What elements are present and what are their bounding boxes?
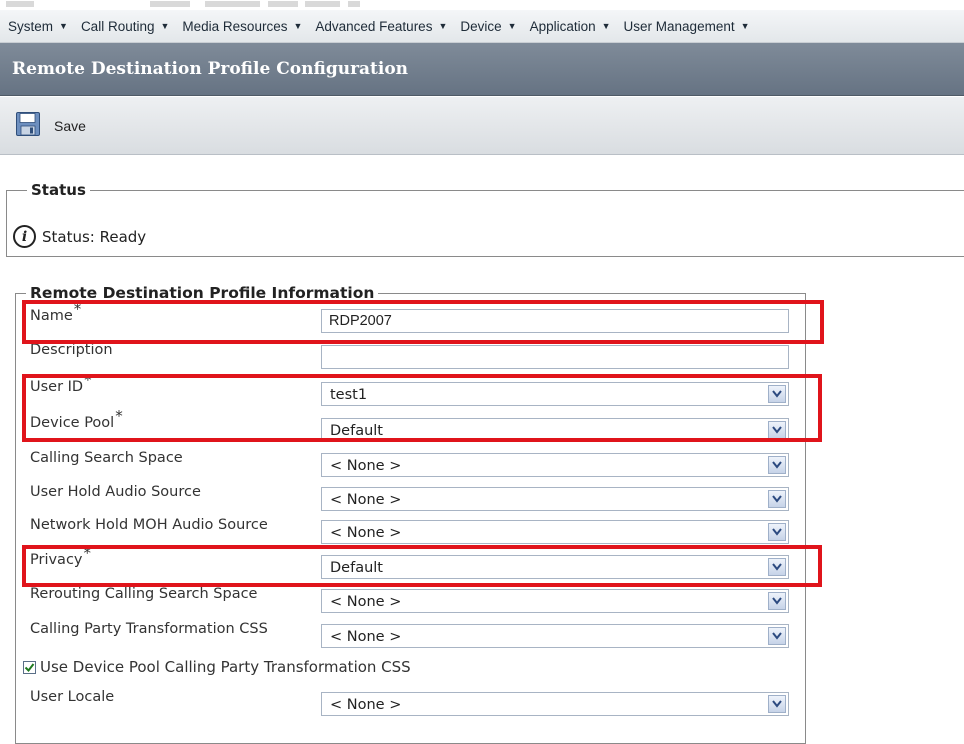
select-value: < None > [330,697,402,713]
row-calling-search-space: Calling Search Space < None > [15,449,806,483]
status-text: Status: Ready [42,227,147,246]
row-rerouting-calling-search-space: Rerouting Calling Search Space < None > [15,585,806,619]
use-device-pool-cpt-css-row: Use Device Pool Calling Party Transforma… [23,658,411,676]
select-value: < None > [330,492,402,508]
select-value: < None > [330,525,402,541]
menu-bar: System ▼ Call Routing ▼ Media Resources ▼ A… [0,10,964,43]
dropdown-caret-icon: ▼ [59,21,68,31]
network-hold-moh-audio-source-select[interactable]: < None > [321,520,789,544]
network-hold-moh-audio-source-label: Network Hold MOH Audio Source [30,517,268,533]
description-field[interactable] [321,345,789,369]
chevron-down-icon [768,456,786,474]
select-value: < None > [330,458,402,474]
menu-advanced-features[interactable]: Advanced Features ▼ [309,19,454,34]
menu-call-routing[interactable]: Call Routing ▼ [75,19,176,34]
row-user-hold-audio-source: User Hold Audio Source < None > [15,483,806,517]
dropdown-caret-icon: ▼ [601,21,611,31]
rerouting-calling-search-space-label: Rerouting Calling Search Space [30,586,258,602]
chevron-down-icon [768,523,786,541]
row-calling-party-transformation-css: Calling Party Transformation CSS < None … [15,620,806,654]
chevron-down-icon [768,627,786,645]
chevron-down-icon [768,695,786,713]
highlight-box-privacy [22,545,822,587]
calling-search-space-label: Calling Search Space [30,450,183,466]
menu-system[interactable]: System ▼ [0,19,75,34]
calling-party-transformation-css-select[interactable]: < None > [321,624,789,648]
user-locale-label: User Locale [30,689,115,705]
checkmark-icon [24,662,35,672]
toolbar: Save [0,97,964,155]
menu-label: User Management [623,18,735,34]
save-button[interactable]: Save [16,111,86,140]
page-title: Remote Destination Profile Configuration [12,59,409,79]
row-user-locale: User Locale < None > [15,688,806,722]
dropdown-caret-icon: ▼ [507,21,517,31]
menu-label: Device [460,18,502,34]
menu-label: Media Resources [182,18,288,34]
use-device-pool-cpt-css-label: Use Device Pool Calling Party Transforma… [40,658,411,676]
user-hold-audio-source-select[interactable]: < None > [321,487,789,511]
use-device-pool-cpt-css-checkbox[interactable] [23,660,36,674]
select-value: < None > [330,594,402,610]
rerouting-calling-search-space-select[interactable]: < None > [321,589,789,613]
status-row: i Status: Ready [13,225,146,248]
dropdown-caret-icon: ▼ [438,21,448,31]
calling-party-transformation-css-label: Calling Party Transformation CSS [30,621,268,637]
info-icon: i [13,225,36,248]
chevron-down-icon [768,592,786,610]
row-description: Description [15,341,806,375]
menu-label: Application [529,18,596,34]
page-title-bar: Remote Destination Profile Configuration [0,43,964,96]
dropdown-caret-icon: ▼ [160,21,170,31]
highlight-box-name [22,300,824,344]
chevron-down-icon [768,490,786,508]
top-strip [0,0,964,9]
status-legend: Status [31,181,86,199]
select-value: < None > [330,629,402,645]
menu-label: System [8,18,54,34]
status-section: Status i Status: Ready [6,181,964,257]
floppy-disk-icon [16,111,40,140]
highlight-box-user-device-pool [22,374,822,442]
menu-user-management[interactable]: User Management ▼ [618,19,757,34]
menu-application[interactable]: Application ▼ [524,19,618,34]
description-label: Description [30,342,113,358]
menu-label: Advanced Features [315,18,433,34]
save-label: Save [54,117,86,134]
menu-media-resources[interactable]: Media Resources ▼ [176,19,309,34]
user-hold-audio-source-label: User Hold Audio Source [30,484,201,500]
dropdown-caret-icon: ▼ [293,21,303,31]
menu-device[interactable]: Device ▼ [454,19,523,34]
calling-search-space-select[interactable]: < None > [321,453,789,477]
menu-label: Call Routing [80,18,155,34]
user-locale-select[interactable]: < None > [321,692,789,716]
dropdown-caret-icon: ▼ [740,21,750,31]
